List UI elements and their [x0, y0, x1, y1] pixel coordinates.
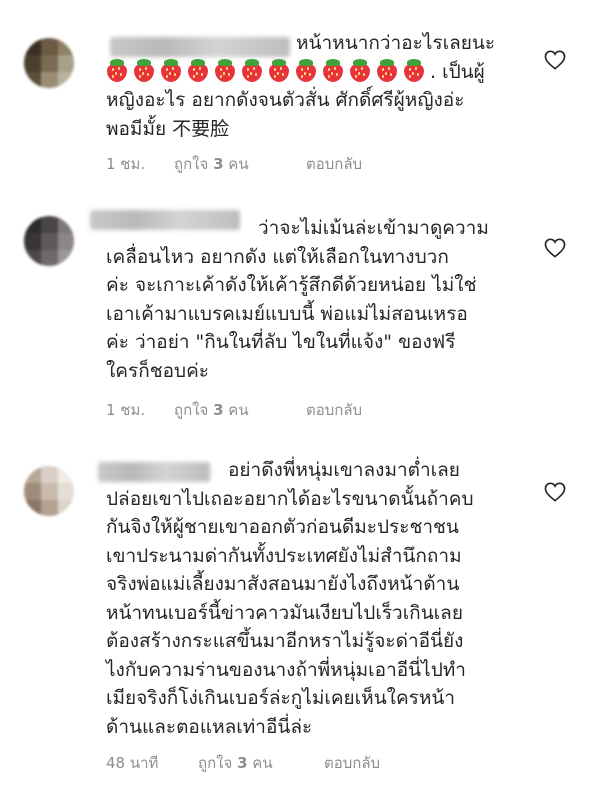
avatar-pixel [58, 466, 74, 483]
avatar-pixel [58, 233, 74, 250]
avatar-pixel [58, 72, 74, 88]
avatar-pixel [24, 72, 41, 88]
comment-text: หน้าหนากว่าอะไรเลยนะ . เป็นผู้ หญิงอะไร … [106, 29, 495, 143]
likes-number: 3 [237, 754, 248, 772]
avatar-pixel [24, 233, 41, 250]
comment-line: พอมีมั้ย 不要脸 [106, 117, 230, 140]
comment-text: อย่าดึงพี่หนุ่มเขาลงมาต่ำเลย ปล่อยเขาไปเ… [106, 456, 474, 741]
likes-count[interactable]: ถูกใจ 3 คน [174, 398, 249, 422]
comment-1: หน้าหนากว่าอะไรเลยนะ . เป็นผู้ หญิงอะไร … [0, 0, 600, 190]
heart-outline-icon[interactable] [544, 238, 566, 258]
strawberry-emoji-icon [214, 58, 236, 82]
likes-prefix: ถูกใจ [174, 401, 209, 419]
avatar-pixel [41, 216, 58, 233]
avatar-pixel [41, 250, 58, 266]
strawberry-emoji-icon [322, 58, 344, 82]
reply-button[interactable]: ตอบกลับ [324, 751, 380, 775]
avatar-pixel [41, 233, 58, 250]
avatar-pixel [24, 483, 41, 500]
avatar-pixel [41, 483, 58, 500]
comment-3: อย่าดึงพี่หนุ่มเขาลงมาต่ำเลย ปล่อยเขาไปเ… [0, 440, 600, 787]
avatar-pixel [24, 55, 41, 72]
strawberry-emoji-icon [106, 58, 128, 82]
likes-suffix: คน [228, 401, 249, 419]
comment-line: ไงกับความร่านของนางถ้าพี่หนุ่มเอาอีนี่ไป… [106, 658, 466, 681]
avatar-pixel [24, 500, 41, 516]
timestamp: 1 ชม. [106, 155, 146, 173]
strawberry-emoji-icon [160, 58, 182, 82]
avatar-pixel [24, 466, 41, 483]
avatar-pixel [58, 55, 74, 72]
avatar-pixel [41, 500, 58, 516]
likes-count[interactable]: ถูกใจ 3 คน [198, 751, 273, 775]
heart-outline-icon[interactable] [544, 50, 566, 70]
heart-outline-icon[interactable] [544, 482, 566, 502]
strawberry-emoji-icon [268, 58, 290, 82]
timestamp: 48 นาที [106, 754, 159, 772]
comment-line: อย่าดึงพี่หนุ่มเขาลงมาต่ำเลย [228, 459, 460, 481]
avatar-pixel [41, 38, 58, 55]
timestamp: 1 ชม. [106, 401, 146, 419]
likes-number: 3 [213, 401, 224, 419]
avatar-pixel [24, 216, 41, 233]
avatar[interactable] [24, 38, 74, 88]
comment-line: จริงพ่อแม่เลี้ยงมาสังสอนมายังไงถึงหน้าด้… [106, 573, 460, 595]
comment-line: เขาประนามด่ากันทั้งประเทศยังไม่สำนึกถาม [106, 544, 462, 567]
comment-line: . เป็นผู้ [430, 60, 485, 83]
comment-line: กันจิงให้ผู้ชายเขาออกตัวก่อนดีมะประชาชน [106, 516, 459, 538]
strawberry-emoji-icon [241, 58, 263, 82]
comment-line: เมียจริงก็โง่เกินเบอร์ล่ะกูไม่เคยเห็นใคร… [106, 687, 456, 709]
strawberry-emoji-icon [106, 58, 430, 87]
avatar-pixel [58, 483, 74, 500]
comment-text: ว่าจะไม่เม้นล่ะเข้ามาดูความ เคลื่อนไหว อ… [106, 214, 489, 385]
likes-prefix: ถูกใจ [198, 754, 233, 772]
strawberry-emoji-icon [376, 58, 398, 82]
comment-line: ใครก็ชอบค่ะ [106, 359, 209, 382]
reply-button[interactable]: ตอบกลับ [306, 152, 362, 176]
strawberry-emoji-icon [349, 58, 371, 82]
likes-number: 3 [213, 155, 224, 173]
avatar[interactable] [24, 216, 74, 266]
comment-line: หน้าหนากว่าอะไรเลยนะ [296, 32, 496, 54]
comment-line: หญิงอะไร อยากดังจนตัวสั่น ศักดิ์ศรีผู้หญ… [106, 89, 465, 112]
avatar-pixel [24, 250, 41, 266]
avatar-pixel [58, 216, 74, 233]
comment-line: ค่ะ ว่าอย่า "กินในที่ลับ ไขในที่แจ้ง" ขอ… [106, 331, 456, 353]
likes-suffix: คน [228, 155, 249, 173]
avatar-pixel [58, 250, 74, 266]
avatar-pixel [58, 500, 74, 516]
avatar-pixel [41, 466, 58, 483]
avatar-pixel [24, 38, 41, 55]
comment-line: ปล่อยเขาไปเถอะอยากได้อะไรขนาดนั้นถ้าคบ [106, 487, 474, 510]
likes-prefix: ถูกใจ [174, 155, 209, 173]
strawberry-emoji-icon [133, 58, 155, 82]
comment-line: หน้าทนเบอร์นี้ข่าวคาวมันเงียบไปเร็วเกินเ… [106, 601, 463, 624]
comment-line: เอาเค้ามาแบรคเมย์แบบนี้ พ่อแม่ไม่สอนเหรอ [106, 302, 468, 325]
avatar-pixel [58, 38, 74, 55]
comment-line: ต้องสร้างกระแสขึ้นมาอีกหราไม่รู้จะด่าอีน… [106, 630, 464, 652]
likes-suffix: คน [252, 754, 273, 772]
comment-line: เคลื่อนไหว อยากดัง แต่ให้เลือกในทางบวก [106, 245, 449, 268]
strawberry-emoji-icon [187, 58, 209, 82]
comment-2: ว่าจะไม่เม้นล่ะเข้ามาดูความ เคลื่อนไหว อ… [0, 190, 600, 440]
comment-line: ค่ะ จะเกาะเค้าดังให้เค้ารู้สึกดีด้วยหน่อ… [106, 274, 477, 296]
strawberry-emoji-icon [403, 58, 425, 82]
strawberry-emoji-icon [295, 58, 317, 82]
avatar-pixel [41, 72, 58, 88]
comment-line: ว่าจะไม่เม้นล่ะเข้ามาดูความ [258, 217, 489, 239]
reply-button[interactable]: ตอบกลับ [306, 398, 362, 422]
avatar-pixel [41, 55, 58, 72]
avatar[interactable] [24, 466, 74, 516]
comment-line: ด้านและตอแหลเท่าอีนี่ล่ะ [106, 715, 313, 738]
likes-count[interactable]: ถูกใจ 3 คน [174, 152, 249, 176]
